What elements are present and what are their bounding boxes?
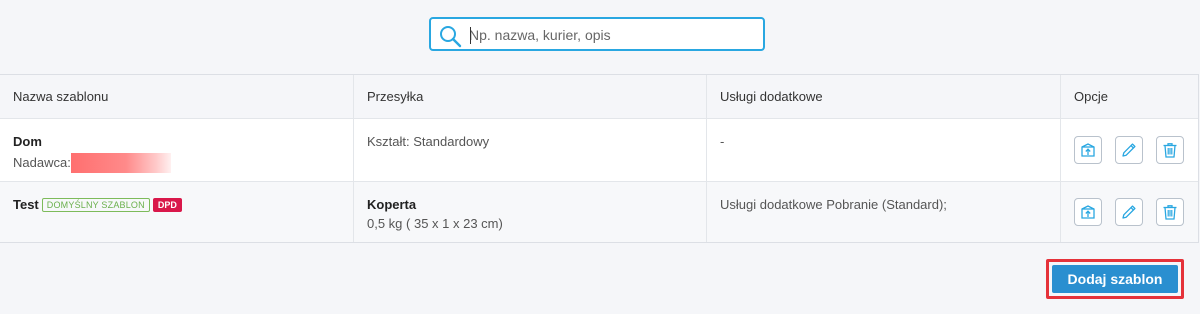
shipment-shape: Kształt: Standardowy — [367, 134, 490, 149]
upload-button[interactable] — [1074, 198, 1102, 226]
column-header-options: Opcje — [1074, 89, 1108, 104]
default-template-badge: DOMYŚLNY SZABLON — [41, 198, 150, 212]
upload-button[interactable] — [1074, 136, 1102, 164]
sender-label: Nadawca: — [13, 155, 71, 170]
edit-button[interactable] — [1115, 198, 1143, 226]
column-header-services: Usługi dodatkowe — [707, 75, 1061, 118]
table-row: Dom Nadawca: Kształt: Standardowy - — [0, 119, 1198, 182]
services-cell: - — [707, 119, 1061, 181]
trash-icon — [1163, 205, 1177, 220]
sender-info: Nadawca: — [13, 153, 340, 173]
shipment-cell: Koperta 0,5 kg ( 35 x 1 x 23 cm) — [354, 182, 707, 242]
shipment-cell: Kształt: Standardowy — [354, 119, 707, 181]
services-text: Usługi dodatkowe Pobranie (Standard); — [720, 197, 947, 212]
table-row: Test DOMYŚLNY SZABLON DPD Koperta 0,5 kg (… — [0, 182, 1198, 242]
add-template-highlight: Dodaj szablon — [1046, 259, 1184, 299]
add-template-button[interactable]: Dodaj szablon — [1052, 265, 1178, 293]
text-cursor — [470, 27, 471, 44]
edit-button[interactable] — [1115, 136, 1143, 164]
upload-box-icon — [1081, 143, 1095, 157]
delete-button[interactable] — [1156, 136, 1184, 164]
upload-box-icon — [1081, 205, 1095, 219]
pencil-icon — [1122, 205, 1136, 219]
search-icon — [440, 26, 462, 48]
column-header-name: Nazwa szablonu — [0, 75, 354, 118]
row-actions — [1061, 182, 1198, 242]
services-text: - — [720, 134, 725, 149]
template-name: Dom — [13, 134, 42, 149]
search-box[interactable] — [429, 17, 765, 51]
template-name-cell: Dom Nadawca: — [0, 119, 354, 181]
column-header-shipment: Przesyłka — [354, 75, 707, 118]
template-name-cell: Test DOMYŚLNY SZABLON DPD — [0, 182, 354, 242]
redacted-sender — [70, 153, 171, 173]
delete-button[interactable] — [1156, 198, 1184, 226]
courier-badge: DPD — [152, 198, 182, 212]
table-header: Nazwa szablonu Przesyłka Usługi dodatkow… — [0, 75, 1198, 119]
shipment-dimensions: 0,5 kg ( 35 x 1 x 23 cm) — [367, 216, 503, 231]
row-actions — [1061, 119, 1198, 181]
templates-table: Nazwa szablonu Przesyłka Usługi dodatkow… — [0, 74, 1199, 243]
trash-icon — [1163, 143, 1177, 158]
template-name: Test — [13, 197, 39, 212]
pencil-icon — [1122, 143, 1136, 157]
services-cell: Usługi dodatkowe Pobranie (Standard); — [707, 182, 1061, 242]
shipment-type: Koperta — [367, 197, 417, 212]
search-input[interactable] — [469, 23, 757, 47]
